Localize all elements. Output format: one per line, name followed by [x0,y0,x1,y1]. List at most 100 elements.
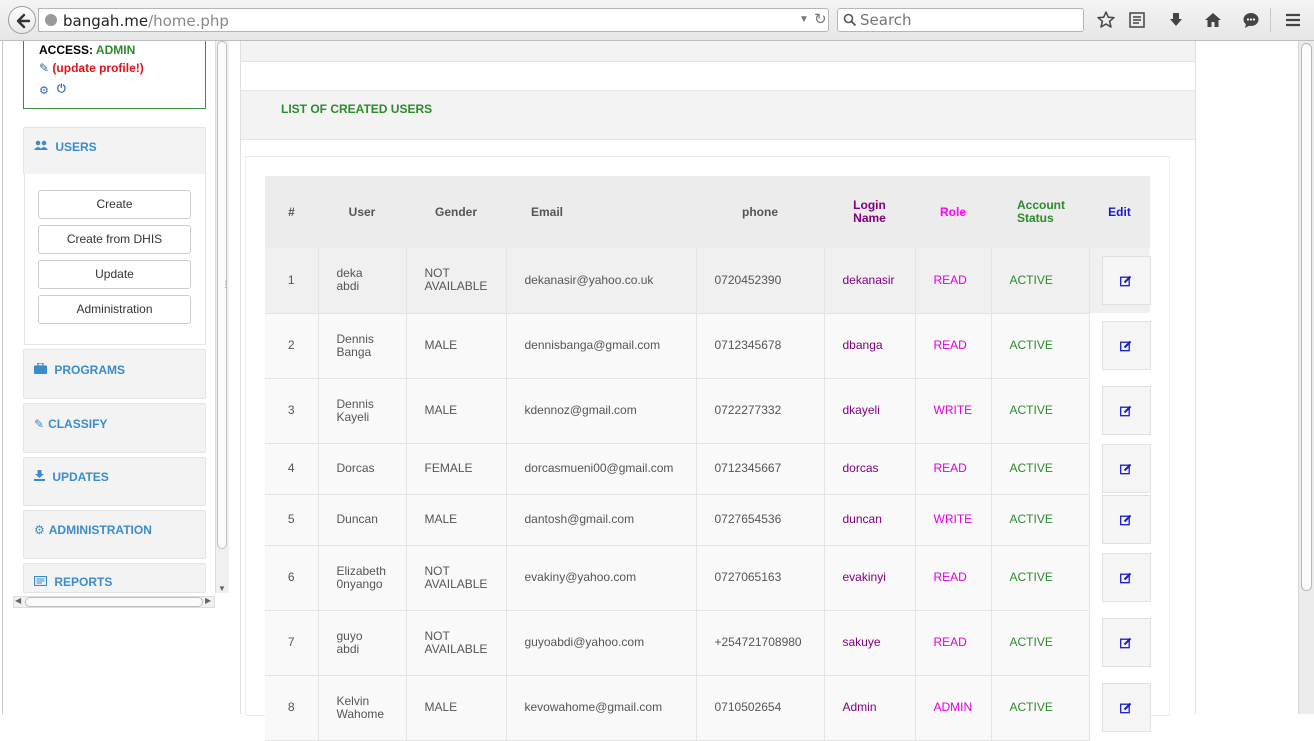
header-phone: phone [696,176,824,248]
cell-login-name: dekanasir [824,248,916,314]
update-user-button[interactable]: Update [38,260,191,289]
sidebar-section-label: USERS [55,140,97,154]
create-from-dhis-button[interactable]: Create from DHIS [38,225,191,254]
cell-login-name: dorcas [824,443,916,495]
sidebar-section-label: REPORTS [54,575,113,589]
scroll-down-arrow-icon[interactable]: ▼ [218,584,226,593]
sidebar-section-classify[interactable]: ✎ CLASSIFY [23,403,206,453]
cell-user: guyo abdi [318,610,407,676]
cell-user: Elizabeth 0nyango [318,545,407,611]
back-button[interactable] [8,6,36,34]
chat-icon[interactable] [1241,10,1261,30]
cell-number: 3 [265,378,319,444]
cell-email: dorcasmueni00@gmail.com [506,443,697,495]
power-icon[interactable]: ⏻ [57,83,66,96]
cell-edit [1089,313,1151,378]
sidebar-section-label: CLASSIFY [48,417,108,431]
edit-user-button[interactable] [1101,618,1151,667]
cell-edit [1089,248,1151,313]
edit-user-button[interactable] [1101,553,1151,602]
scroll-left-arrow-icon[interactable]: ◀ [15,596,21,605]
scroll-right-arrow-icon[interactable]: ▶ [205,596,211,605]
cell-user: Duncan [318,494,407,546]
cell-account-status: ACTIVE [991,443,1090,495]
cell-email: kevowahome@gmail.com [506,675,697,741]
cell-number: 8 [265,675,319,741]
create-user-button[interactable]: Create [38,190,191,219]
search-input[interactable] [860,11,1075,29]
cell-login-name: dbanga [824,313,916,379]
update-profile-link[interactable]: ✎ (update profile!) [39,61,144,75]
administration-button[interactable]: Administration [38,295,191,324]
cell-phone: 0722277332 [696,378,825,444]
cell-account-status: ACTIVE [991,248,1090,314]
cell-email: dekanasir@yahoo.co.uk [506,248,697,314]
cell-login-name: Admin [824,675,916,741]
header-edit: Edit [1089,176,1150,248]
table-row: 3 Dennis Kayeli MALE kdennoz@gmail.com 07222… [265,378,1151,444]
search-bar[interactable] [837,8,1084,32]
edit-user-button[interactable] [1101,386,1151,435]
url-bar[interactable]: bangah.me/home.php ▼ ↻ [38,8,829,32]
resize-grip-icon[interactable]: ⋮ [221,279,230,290]
cell-phone: +254721708980 [696,610,825,676]
profile-box: ACCESS: ADMIN ✎ (update profile!) ⚙ ⏻ [23,41,206,109]
page-vertical-scroll-thumb[interactable] [1301,43,1312,591]
table-row: 6 Elizabeth 0nyango NOT AVAILABLE evakiny@y… [265,545,1151,611]
edit-user-button[interactable] [1101,495,1151,544]
cell-role: WRITE [915,494,992,546]
table-row: 4 Dorcas FEMALE dorcasmueni00@gmail.com 0712… [265,443,1151,495]
cell-role: WRITE [915,378,992,444]
cell-user: Kelvin Wahome [318,675,407,741]
sidebar-section-label: ADMINISTRATION [48,523,152,537]
sidebar-horizontal-scroll-thumb[interactable] [25,597,203,607]
cell-edit [1089,675,1151,740]
globe-icon [45,14,57,26]
cell-user: Dennis Kayeli [318,378,407,444]
cell-number: 5 [265,494,319,546]
bookmark-star-icon[interactable] [1096,10,1116,30]
edit-icon [1120,463,1132,474]
sidebar-vertical-scroll-thumb[interactable] [217,41,227,549]
cell-gender: NOT AVAILABLE [406,545,507,611]
history-dropdown-icon[interactable]: ▼ [799,14,809,25]
edit-icon: ✎ [39,61,50,75]
sidebar-section-administration[interactable]: ⚙ ADMINISTRATION [23,510,206,559]
sidebar-section-users[interactable]: USERS [23,127,206,175]
gear-icon[interactable]: ⚙ [39,84,49,97]
report-icon [33,575,50,589]
edit-icon [1120,275,1132,286]
cell-login-name: sakuye [824,610,916,676]
cell-account-status: ACTIVE [991,378,1090,444]
users-icon [34,140,51,154]
cell-account-status: ACTIVE [991,675,1090,741]
edit-icon [1120,572,1132,583]
edit-user-button[interactable] [1101,256,1151,305]
header-user: User [318,176,406,248]
home-icon[interactable] [1203,10,1223,30]
reload-icon[interactable]: ↻ [814,10,827,28]
sidebar-section-updates[interactable]: UPDATES [23,457,206,506]
reading-list-icon[interactable] [1127,10,1147,30]
edit-user-button[interactable] [1101,683,1151,732]
edit-user-button[interactable] [1101,444,1151,493]
cell-role: READ [915,248,992,314]
download-icon[interactable] [1166,10,1186,30]
menu-icon[interactable] [1283,10,1303,30]
cell-gender: MALE [406,494,507,546]
edit-user-button[interactable] [1101,321,1151,370]
cell-number: 4 [265,443,319,495]
sidebar-section-programs[interactable]: PROGRAMS [23,349,206,399]
sidebar-section-reports[interactable]: REPORTS [23,563,206,593]
users-table: # User Gender Email phone Login Name Rol… [265,176,1151,741]
cell-email: kdennoz@gmail.com [506,378,697,444]
cell-phone: 0710502654 [696,675,825,741]
cell-role: READ [915,443,992,495]
edit-icon [1120,405,1132,416]
cell-gender: MALE [406,675,507,741]
cell-gender: NOT AVAILABLE [406,248,507,314]
cell-phone: 0712345678 [696,313,825,379]
url-text[interactable]: bangah.me/home.php [63,12,229,30]
sidebar-section-label: PROGRAMS [54,363,126,377]
edit-icon [1120,637,1132,648]
